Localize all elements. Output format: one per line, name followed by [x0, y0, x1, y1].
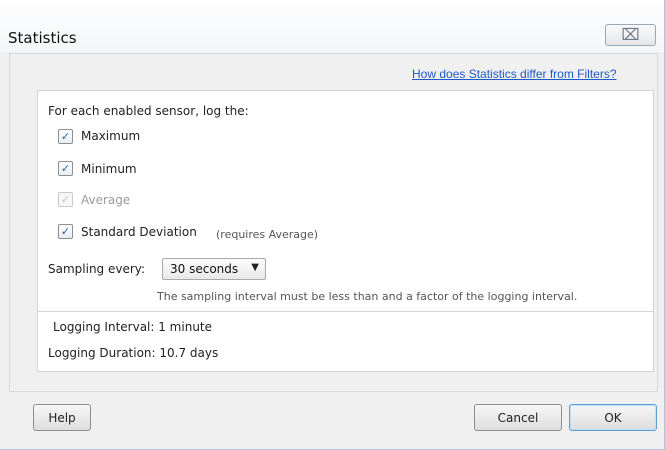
title-bar: Statistics ⌧	[0, 0, 664, 52]
checkmark-icon: ✓	[60, 162, 71, 175]
standard-deviation-label: Standard Deviation	[81, 225, 197, 239]
average-label: Average	[81, 193, 131, 207]
sampling-hint: The sampling interval must be less than …	[157, 290, 578, 303]
maximum-checkbox[interactable]: ✓	[58, 129, 73, 144]
logging-duration: Logging Duration: 10.7 days	[48, 346, 219, 360]
sampling-label: Sampling every:	[48, 262, 146, 276]
standard-deviation-checkbox[interactable]: ✓	[58, 224, 73, 239]
average-checkbox: ✓	[58, 192, 73, 207]
close-button[interactable]: ⌧	[605, 24, 656, 46]
close-icon: ⌧	[621, 25, 640, 44]
checkmark-icon: ✓	[60, 193, 71, 206]
requires-average-note: (requires Average)	[216, 228, 319, 241]
cancel-button-label: Cancel	[497, 410, 539, 425]
panel-divider	[37, 311, 654, 312]
help-button-label: Help	[48, 410, 76, 425]
cancel-button[interactable]: Cancel	[474, 404, 562, 431]
checkmark-icon: ✓	[60, 225, 71, 238]
options-heading: For each enabled sensor, log the:	[48, 104, 249, 118]
dialog-title: Statistics	[8, 29, 77, 47]
minimum-checkbox[interactable]: ✓	[58, 161, 73, 176]
statistics-dialog: Statistics ⌧ How does Statistics differ …	[0, 0, 665, 450]
chevron-down-icon: ▼	[251, 262, 259, 273]
minimum-label: Minimum	[81, 162, 137, 176]
ok-button[interactable]: OK	[569, 404, 657, 431]
maximum-label: Maximum	[81, 129, 141, 143]
ok-button-label: OK	[604, 410, 622, 425]
checkmark-icon: ✓	[60, 130, 71, 143]
help-button[interactable]: Help	[33, 404, 91, 431]
sampling-selected-value: 30 seconds	[170, 262, 239, 276]
logging-interval: Logging Interval: 1 minute	[53, 320, 213, 334]
sampling-dropdown[interactable]: 30 seconds ▼	[162, 258, 266, 280]
statistics-vs-filters-link[interactable]: How does Statistics differ from Filters?	[412, 67, 617, 81]
